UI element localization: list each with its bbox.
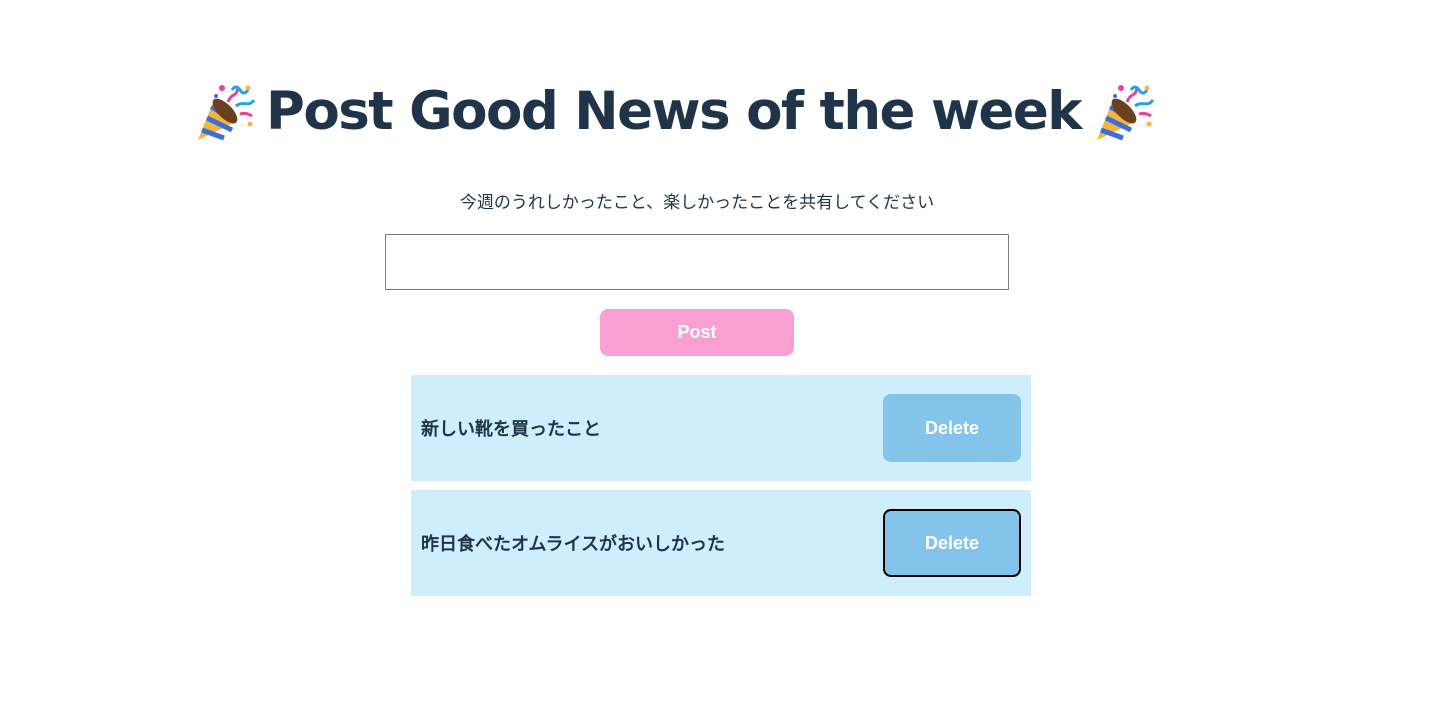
page-subtitle: 今週のうれしかったこと、楽しかったことを共有してください — [459, 193, 935, 212]
delete-button[interactable]: Delete — [883, 509, 1021, 577]
list-item: 昨日食べたオムライスがおいしかった Delete — [411, 490, 1031, 596]
party-popper-icon — [192, 80, 256, 144]
page-title: Post Good News of the week — [266, 81, 1083, 142]
page: Post Good News of the week 今週のうれしかったこと、楽… — [0, 0, 1443, 702]
post-text: 昨日食べたオムライスがおいしかった — [421, 534, 726, 554]
post-text: 新しい靴を買ったこと — [421, 419, 601, 439]
delete-button[interactable]: Delete — [883, 394, 1021, 462]
party-popper-icon — [1091, 80, 1155, 144]
good-news-input[interactable] — [385, 234, 1009, 290]
post-list: 新しい靴を買ったこと Delete 昨日食べたオムライスがおいしかった Dele… — [411, 375, 1031, 605]
post-button[interactable]: Post — [600, 309, 794, 356]
title-row: Post Good News of the week — [192, 76, 1155, 148]
list-item: 新しい靴を買ったこと Delete — [411, 375, 1031, 481]
